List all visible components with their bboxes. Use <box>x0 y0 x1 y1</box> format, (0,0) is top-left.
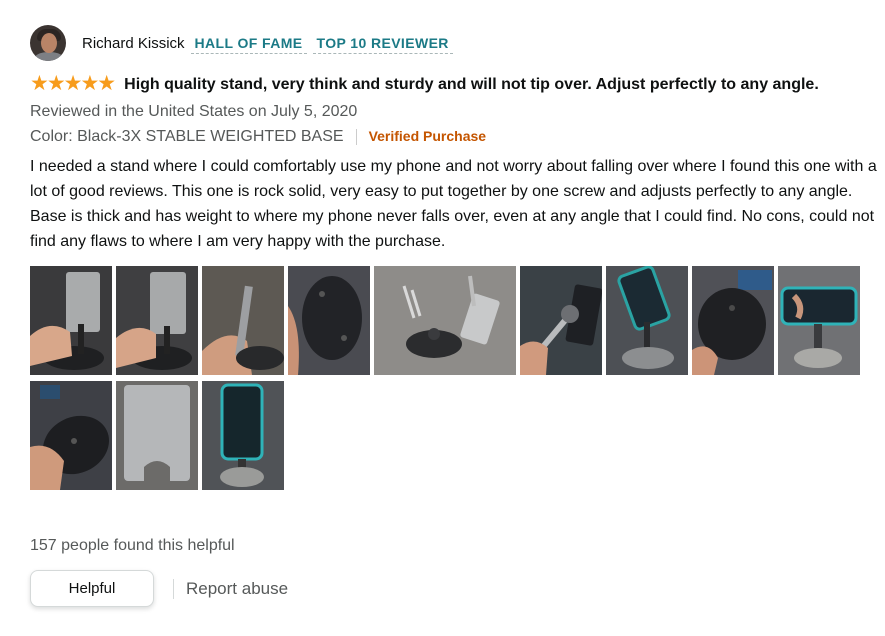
review-photo[interactable] <box>202 266 284 375</box>
review-photo[interactable] <box>374 266 516 375</box>
helpful-button[interactable]: Helpful <box>30 570 154 607</box>
review-photo[interactable] <box>116 266 198 375</box>
variant-link[interactable]: Color: Black-3X STABLE WEIGHTED BASE <box>30 124 344 149</box>
review-photo[interactable] <box>116 381 198 490</box>
review-photo[interactable] <box>288 266 370 375</box>
divider <box>355 128 357 145</box>
review-photo[interactable] <box>520 266 602 375</box>
review-photo[interactable] <box>692 266 774 375</box>
review-photo[interactable] <box>202 381 284 490</box>
review-photos <box>30 266 880 490</box>
avatar[interactable] <box>30 25 66 61</box>
star-rating-icon[interactable]: ★★★★★ <box>30 71 116 96</box>
review-actions: Helpful Report abuse <box>30 570 288 607</box>
review-photo[interactable] <box>606 266 688 375</box>
reviewer-name[interactable]: Richard Kissick <box>82 35 185 52</box>
review-title[interactable]: High quality stand, very think and sturd… <box>124 76 819 93</box>
review-date: Reviewed in the United States on July 5,… <box>30 103 358 120</box>
verified-purchase-badge[interactable]: Verified Purchase <box>369 124 487 149</box>
reviewer-profile[interactable]: Richard Kissick HALL OF FAME TOP 10 REVI… <box>30 24 880 62</box>
variant-row: Color: Black-3X STABLE WEIGHTED BASE Ver… <box>30 124 880 149</box>
divider <box>173 578 174 599</box>
review-photo[interactable] <box>30 381 112 490</box>
review-body: I needed a stand where I could comfortab… <box>30 158 877 250</box>
review-photo[interactable] <box>30 266 112 375</box>
top-reviewer-badge[interactable]: TOP 10 REVIEWER <box>312 33 453 54</box>
report-abuse-link[interactable]: Report abuse <box>186 579 288 599</box>
review-title-row: ★★★★★ High quality stand, very think and … <box>30 71 860 97</box>
review-photo[interactable] <box>778 266 860 375</box>
hall-of-fame-badge[interactable]: HALL OF FAME <box>190 33 307 54</box>
customer-review: Richard Kissick HALL OF FAME TOP 10 REVI… <box>30 24 880 490</box>
helpful-count: 157 people found this helpful <box>30 537 235 554</box>
